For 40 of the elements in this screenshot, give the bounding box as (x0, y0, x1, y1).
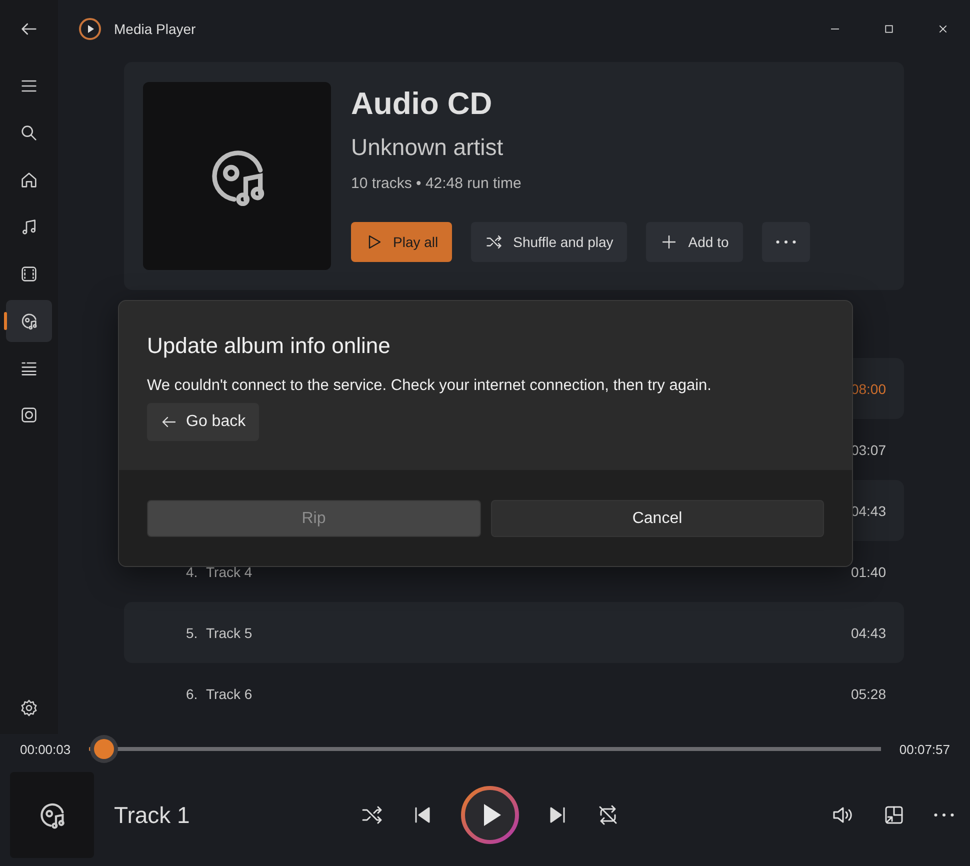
track-row[interactable]: 6. Track 6 05:28 (124, 663, 904, 724)
settings-icon[interactable] (19, 698, 39, 718)
video-icon (19, 264, 39, 284)
now-playing-title: Track 1 (114, 802, 190, 828)
track-duration: 05:28 (850, 686, 886, 702)
selection-indicator (4, 312, 7, 330)
album-meta: 10 tracks • 42:48 run time (351, 175, 522, 192)
track-duration: 04:43 (850, 624, 886, 640)
track-title: Track 4 (206, 564, 254, 580)
plus-icon (660, 233, 678, 251)
album-artist: Unknown artist (351, 134, 504, 161)
dialog-title: Update album info online (147, 333, 392, 359)
shuffle-button[interactable]: Shuffle and play (471, 222, 628, 262)
app-logo-icon (78, 17, 102, 41)
home-icon (19, 170, 39, 190)
seek-thumb[interactable] (94, 739, 114, 759)
elapsed-time: 00:00:03 (20, 742, 71, 756)
track-number: 4. (186, 564, 199, 580)
track-title: Track 5 (206, 624, 254, 640)
play-button[interactable] (460, 785, 520, 845)
play-button[interactable]: Play all (351, 222, 452, 262)
track-row[interactable]: 5. Track 5 04:43 (124, 602, 904, 663)
track-number: 6. (186, 686, 199, 702)
track-duration: 01:40 (850, 564, 886, 580)
track-title: Track 6 (206, 686, 254, 702)
search-icon (19, 123, 39, 143)
add-button[interactable]: Add to (646, 222, 743, 262)
album-title: Audio CD (351, 86, 494, 122)
total-time: 00:07:57 (899, 742, 950, 756)
dialog-button[interactable]: Cancel (490, 500, 824, 537)
nav-item[interactable] (6, 300, 52, 342)
window-title: Media Player (114, 21, 196, 37)
dialog-message: We couldn't connect to the service. Check your internet connection, then try again. (147, 377, 712, 395)
track-number: 5. (186, 624, 199, 640)
more-icon[interactable] (934, 813, 954, 817)
go-back-button[interactable]: Go back (147, 403, 259, 441)
shuffle-icon (485, 233, 504, 251)
drive-icon (19, 405, 39, 425)
disc-icon (19, 311, 39, 331)
more-icon (776, 240, 796, 244)
